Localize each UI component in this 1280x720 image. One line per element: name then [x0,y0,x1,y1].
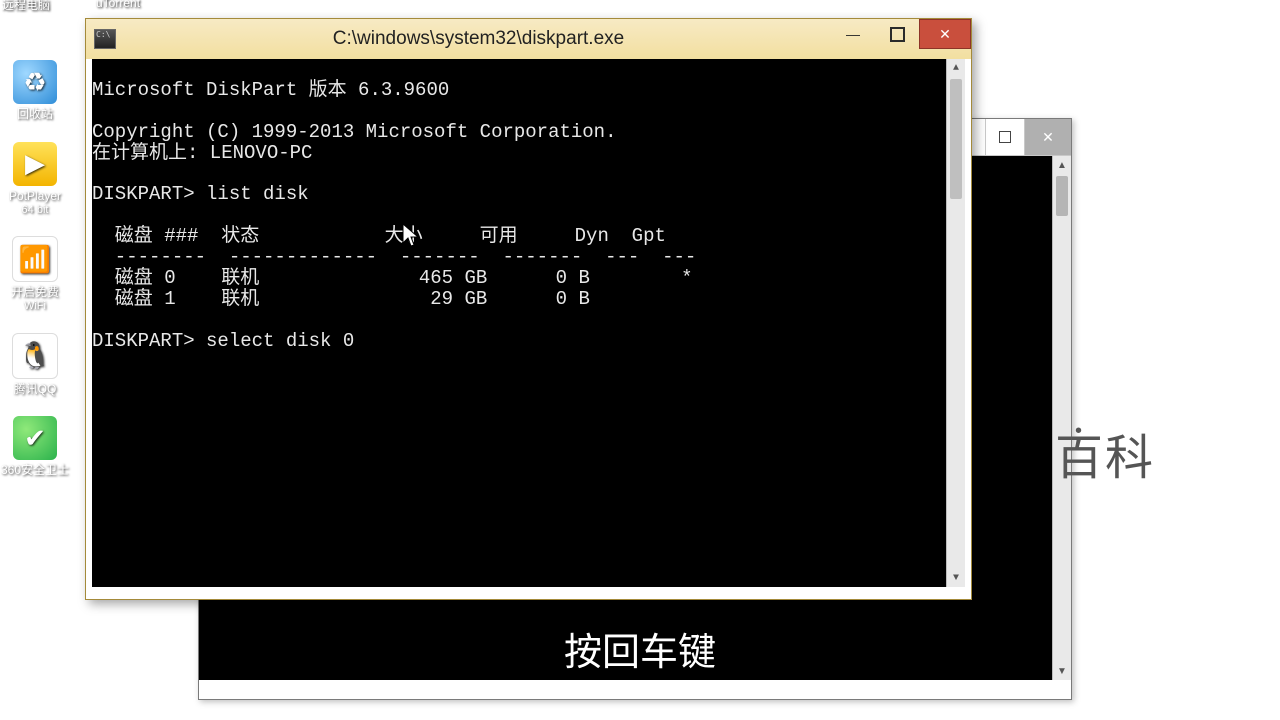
desktop-label: 腾讯QQ [14,383,57,397]
logo-text: 百科 [1055,418,1155,488]
desktop-label-partial: uTorrent [96,0,140,10]
window-controls: — ✕ [831,19,971,49]
diskpart-window[interactable]: C:\windows\system32\diskpart.exe — ✕ Mic… [85,18,972,600]
desktop-icon-360[interactable]: ✔ 360安全卫士 [0,416,70,478]
wifi-icon: 📶 [12,236,58,282]
scroll-up-icon[interactable]: ▲ [1053,156,1071,174]
term-line: Copyright (C) 1999-2013 Microsoft Corpor… [92,121,617,143]
shield-icon: ✔ [13,416,57,460]
desktop-icons: ♻ 回收站 ▶ PotPlayer 64 bit 📶 开启免费 WiFi 🐧 腾… [0,60,70,498]
table-header: 磁盘 ### 状态 大小 可用 Dyn Gpt [92,225,666,247]
term-line: Microsoft DiskPart 版本 6.3.9600 [92,79,449,101]
desktop-label-line: PotPlayer [9,190,61,204]
desktop-label: PotPlayer 64 bit [9,190,61,216]
scroll-thumb[interactable] [950,79,962,199]
desktop-icon-qq[interactable]: 🐧 腾讯QQ [0,333,70,397]
term-prompt: DISKPART> list disk [92,183,309,205]
scroll-up-icon[interactable]: ▲ [947,59,965,77]
scroll-down-icon[interactable]: ▼ [947,569,965,587]
desktop-label-line: WiFi [11,300,59,313]
maximize-button[interactable] [875,19,919,49]
table-rule: -------- ------------- ------- ------- -… [92,246,696,268]
scroll-down-icon[interactable]: ▼ [1053,662,1071,680]
terminal-scrollbar[interactable]: ▲ ▼ [946,59,965,587]
term-line: 在计算机上: LENOVO-PC [92,142,312,164]
close-button[interactable]: ✕ [919,19,971,49]
terminal-output[interactable]: Microsoft DiskPart 版本 6.3.9600 Copyright… [92,59,965,587]
desktop-label: 360安全卫士 [1,464,69,478]
desktop-label-line: 开启免费 [11,286,59,300]
bg-maximize-button[interactable] [985,119,1024,155]
square-icon [890,27,905,42]
desktop-label: 开启免费 WiFi [11,286,59,312]
play-icon: ▶ [13,142,57,186]
term-prompt: DISKPART> select disk 0 [92,330,354,352]
table-row: 磁盘 1 联机 29 GB 0 B [92,288,590,310]
square-icon [999,131,1011,143]
minimize-button[interactable]: — [831,19,875,49]
desktop-icon-potplayer[interactable]: ▶ PotPlayer 64 bit [0,142,70,216]
scroll-thumb[interactable] [1056,176,1068,216]
bg-close-button[interactable]: ✕ [1024,119,1071,155]
desktop-icon-wifi[interactable]: 📶 开启免费 WiFi [0,236,70,312]
desktop-label-line: 64 bit [9,204,61,217]
penguin-icon: 🐧 [12,333,58,379]
desktop-icon-recycle-bin[interactable]: ♻ 回收站 [0,60,70,122]
desktop-label-partial: 远程电脑 [2,0,50,13]
titlebar[interactable]: C:\windows\system32\diskpart.exe — ✕ [86,19,971,59]
recycle-bin-icon: ♻ [13,60,57,104]
window-title: C:\windows\system32\diskpart.exe [126,28,831,50]
desktop-label: 回收站 [17,108,53,122]
table-row: 磁盘 0 联机 465 GB 0 B * [92,267,693,289]
cmd-icon [94,29,116,49]
